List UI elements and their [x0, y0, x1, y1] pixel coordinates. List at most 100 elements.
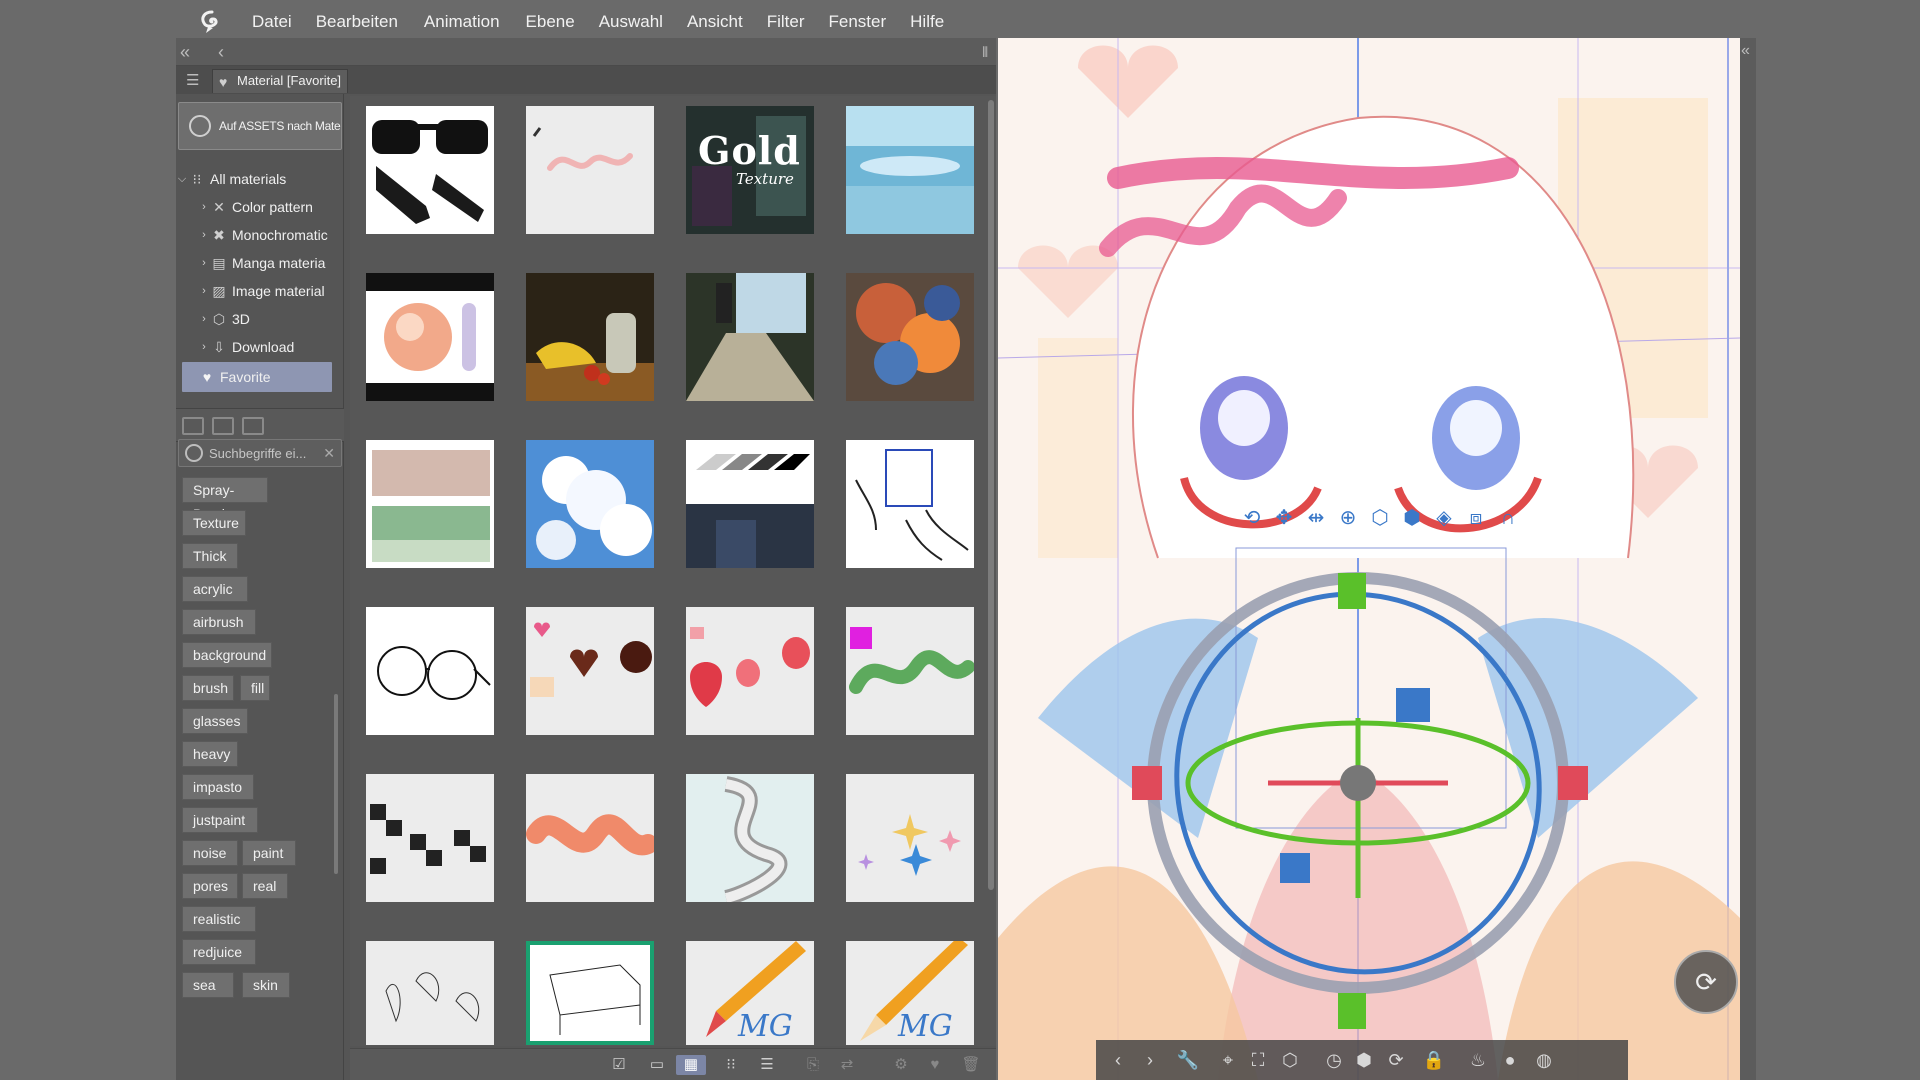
- rotate-camera-icon[interactable]: ⟲: [1240, 506, 1264, 530]
- replace-icon[interactable]: ⇄: [836, 1055, 858, 1075]
- material-thumb-sparkles[interactable]: [846, 774, 974, 902]
- material-thumb-hands-cup[interactable]: [846, 440, 974, 568]
- expand-right-icon[interactable]: ›: [198, 201, 210, 213]
- rotate-object-3d-icon[interactable]: ◈: [1432, 506, 1456, 530]
- view-angle-icon[interactable]: ◷: [1322, 1048, 1346, 1072]
- favorite-icon[interactable]: ♥: [924, 1055, 946, 1075]
- material-thumb-gold-texture[interactable]: Gold Texture: [686, 106, 814, 234]
- material-thumb-texture-brush[interactable]: [366, 440, 494, 568]
- detail-view-icon[interactable]: ▭: [646, 1055, 668, 1075]
- expand-right-icon[interactable]: ›: [198, 257, 210, 269]
- light-source-icon[interactable]: ♨: [1466, 1048, 1490, 1072]
- fit-screen-icon[interactable]: ⛶: [1246, 1048, 1270, 1072]
- tag-noise[interactable]: noise: [182, 840, 238, 866]
- object-list-icon[interactable]: ⬡: [1278, 1048, 1302, 1072]
- tree-item-favorite[interactable]: ♥ Favorite: [182, 362, 332, 392]
- settings-icon[interactable]: ⚙: [890, 1055, 912, 1075]
- magnet-icon[interactable]: ∩: [1496, 506, 1520, 530]
- material-thumb-sea[interactable]: [846, 106, 974, 234]
- tag-search-box[interactable]: Suchbegriffe ei... ✕: [178, 439, 342, 467]
- collapse-chevron-icon[interactable]: ‹: [218, 42, 224, 63]
- small-thumbnail-icon[interactable]: ⁝⁝: [720, 1055, 742, 1075]
- material-thumb-lace-ribbon[interactable]: [686, 774, 814, 902]
- add-folder-icon[interactable]: [212, 417, 234, 435]
- tab-material-favorite[interactable]: ♥ Material [Favorite]: [212, 69, 349, 93]
- grid-scrollbar[interactable]: [988, 100, 994, 890]
- light-icon[interactable]: ●: [1498, 1048, 1522, 1072]
- move-object-icon[interactable]: ⊕: [1336, 506, 1360, 530]
- material-thumb-ribbon[interactable]: [526, 774, 654, 902]
- material-thumb-sunglasses[interactable]: [366, 106, 494, 234]
- rotate-reset-icon[interactable]: ⟳: [1384, 1048, 1408, 1072]
- material-thumb-forest-path[interactable]: [686, 273, 814, 401]
- menu-fenster[interactable]: Fenster: [817, 12, 899, 32]
- menu-animation[interactable]: Animation: [410, 12, 514, 32]
- tag-acrylic[interactable]: acrylic: [182, 576, 248, 602]
- rotate-object-icon[interactable]: ⬡: [1368, 506, 1392, 530]
- material-thumb-sphere[interactable]: [366, 273, 494, 401]
- tag-scrollbar[interactable]: [334, 694, 338, 874]
- tree-item-download[interactable]: › ⇩ Download: [176, 332, 344, 362]
- assets-button[interactable]: Auf ASSETS nach Materi: [178, 102, 342, 150]
- large-thumbnail-icon[interactable]: ▦: [676, 1055, 706, 1075]
- tree-item-3d[interactable]: › ⬡ 3D: [176, 304, 344, 334]
- tag-brush[interactable]: brush: [182, 675, 234, 701]
- material-thumb-abstract-paint[interactable]: [846, 273, 974, 401]
- menu-filter[interactable]: Filter: [755, 12, 817, 32]
- expand-right-icon[interactable]: ›: [198, 229, 210, 241]
- material-thumb-leaves[interactable]: [366, 941, 494, 1045]
- tag-fill[interactable]: fill: [240, 675, 270, 701]
- tag-realistic[interactable]: realistic: [182, 906, 256, 932]
- tree-item-color-pattern[interactable]: › ✕ Color pattern: [176, 192, 344, 222]
- redo-icon[interactable]: ›: [1138, 1048, 1162, 1072]
- material-thumb-strawberries[interactable]: [686, 607, 814, 735]
- rotate-plane-icon[interactable]: ⬢: [1400, 506, 1424, 530]
- tag-justpaint[interactable]: justpaint: [182, 807, 258, 833]
- reset-view-icon[interactable]: ⬢: [1352, 1048, 1376, 1072]
- material-thumb-pencil-2[interactable]: MG: [846, 941, 974, 1045]
- rotate-view-button[interactable]: ⟳: [1674, 950, 1738, 1014]
- clip-studio-logo-icon[interactable]: [198, 9, 226, 35]
- undo-icon[interactable]: ‹: [1106, 1048, 1130, 1072]
- menu-hilfe[interactable]: Hilfe: [898, 12, 956, 32]
- tree-item-manga-material[interactable]: › ▤ Manga materia: [176, 248, 344, 278]
- menu-ebene[interactable]: Ebene: [514, 12, 587, 32]
- drawing-canvas[interactable]: [998, 38, 1740, 1080]
- select-icon[interactable]: ☑: [608, 1055, 630, 1075]
- collapse-right-icon[interactable]: «: [1741, 42, 1750, 60]
- move-camera-icon[interactable]: ⇹: [1304, 506, 1328, 530]
- material-thumb-clouds[interactable]: [526, 440, 654, 568]
- expand-right-icon[interactable]: ›: [198, 313, 210, 325]
- material-thumb-checker-pattern[interactable]: [366, 774, 494, 902]
- tag-glasses[interactable]: glasses: [182, 708, 248, 734]
- search-input[interactable]: Suchbegriffe ei...: [209, 446, 323, 461]
- move-along-plane-icon[interactable]: ⧈: [1464, 506, 1488, 530]
- material-thumb-ivy[interactable]: [846, 607, 974, 735]
- tag-skin[interactable]: skin: [242, 972, 290, 998]
- material-thumb-sofa[interactable]: [526, 941, 654, 1045]
- tree-item-all-materials[interactable]: ⌵ ⁝⁝ All materials: [176, 164, 344, 194]
- tag-real[interactable]: real: [242, 873, 288, 899]
- tag-background[interactable]: background: [182, 642, 272, 668]
- paste-icon[interactable]: ⎘: [802, 1055, 824, 1075]
- wrench-icon[interactable]: 🔧: [1176, 1048, 1200, 1072]
- tag-paint[interactable]: paint: [242, 840, 296, 866]
- menu-bearbeiten[interactable]: Bearbeiten: [304, 12, 410, 32]
- tag-heavy[interactable]: heavy: [182, 741, 238, 767]
- material-thumb-pencil-1[interactable]: MG: [686, 941, 814, 1045]
- camera-icon[interactable]: ⌖: [1216, 1048, 1240, 1072]
- material-thumb-grayscale[interactable]: [686, 440, 814, 568]
- edit-folder-icon[interactable]: [242, 417, 264, 435]
- delete-icon[interactable]: 🗑: [960, 1055, 982, 1075]
- light-off-icon[interactable]: ◍: [1532, 1048, 1556, 1072]
- material-thumb-chocolates[interactable]: [526, 607, 654, 735]
- material-thumb-pink-stroke[interactable]: [526, 106, 654, 234]
- tag-texture[interactable]: Texture: [182, 510, 246, 536]
- menu-ansicht[interactable]: Ansicht: [675, 12, 755, 32]
- tag-pores[interactable]: pores: [182, 873, 238, 899]
- tree-item-image-material[interactable]: › ▨ Image material: [176, 276, 344, 306]
- expand-down-icon[interactable]: ⌵: [176, 173, 188, 186]
- panel-menu-icon[interactable]: ☰: [186, 71, 199, 89]
- panel-grip-icon[interactable]: ⦀: [982, 44, 988, 61]
- tag-impasto[interactable]: impasto: [182, 774, 254, 800]
